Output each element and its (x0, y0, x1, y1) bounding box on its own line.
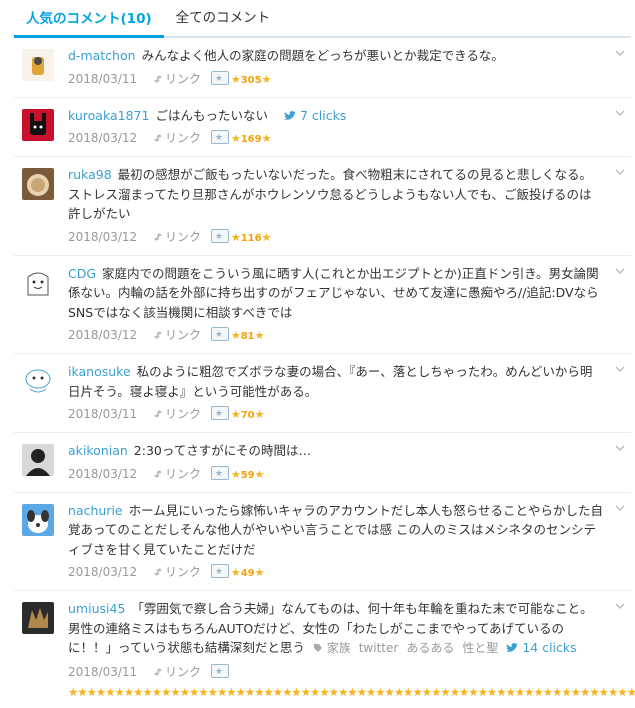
tag[interactable]: 家族 (327, 641, 351, 655)
link-icon (154, 410, 162, 418)
comment-date[interactable]: 2018/03/12 (68, 565, 137, 579)
add-star-button[interactable] (210, 562, 229, 582)
twitter-icon (506, 643, 519, 652)
link-icon (154, 134, 162, 142)
chevron-down-icon[interactable] (615, 364, 625, 374)
avatar[interactable] (22, 503, 54, 536)
star-count[interactable]: ★305★ (231, 73, 272, 86)
add-star-button[interactable] (210, 325, 229, 345)
comment-item: ruka98 最初の感想がご飯もったいないだった。食べ物粗末にされてるの見ると悲し… (14, 157, 631, 256)
comment-item: kuroaka1871 ごはんもったいない 7 clicks 2018/03/12… (14, 98, 631, 157)
tag-list: 家族 twitter あるある 性と聖 (313, 641, 506, 655)
avatar[interactable] (22, 168, 54, 200)
comment-item: d-matchon みんなよく他人の家庭の問題をどっちが悪いとか裁定できるな。 2… (14, 38, 631, 98)
comment-item: umiusi45 「雰囲気で察し合う夫婦」なんてものは、何十年も年輪を重ねた末で可… (14, 591, 635, 708)
link-icon (154, 568, 162, 576)
avatar[interactable] (22, 444, 54, 476)
chevron-down-icon[interactable] (615, 108, 625, 118)
avatar[interactable] (22, 266, 54, 299)
comment-link[interactable]: リンク (153, 665, 201, 679)
link-icon (154, 667, 162, 676)
link-icon (154, 74, 162, 83)
comment-text: ごはんもったいない (155, 107, 268, 123)
comment-link[interactable]: リンク (153, 467, 201, 481)
star-count[interactable]: ★169★ (231, 132, 272, 145)
twitter-clicks[interactable]: 7 clicks (283, 108, 346, 123)
avatar[interactable] (22, 49, 54, 81)
tag[interactable]: あるある (406, 641, 454, 655)
tag-icon (313, 644, 322, 652)
tag[interactable]: twitter (359, 641, 399, 655)
comment-text: みんなよく他人の家庭の問題をどっちが悪いとか裁定できるな。 (141, 48, 504, 63)
comment-username[interactable]: nachurie (68, 503, 123, 518)
comment-date[interactable]: 2018/03/11 (68, 72, 137, 86)
comment-username[interactable]: ruka98 (68, 167, 112, 182)
comment-date[interactable]: 2018/03/12 (68, 230, 137, 244)
add-star-button[interactable] (210, 69, 229, 89)
star-count[interactable]: ★81★ (231, 329, 265, 342)
chevron-down-icon[interactable] (615, 48, 625, 58)
comment-link[interactable]: リンク (153, 565, 201, 579)
comment-date[interactable]: 2018/03/11 (68, 665, 137, 679)
chevron-down-icon[interactable] (615, 601, 625, 611)
comment-text: 2:30ってさすがにその時間は… (133, 443, 311, 458)
link-icon (154, 331, 162, 339)
comment-link[interactable]: リンク (153, 72, 201, 86)
comment-username[interactable]: umiusi45 (68, 601, 125, 616)
avatar[interactable] (22, 108, 54, 141)
twitter-clicks[interactable]: 14 clicks (506, 640, 577, 655)
comment-link[interactable]: リンク (153, 407, 201, 421)
chevron-down-icon[interactable] (615, 266, 625, 276)
comment-tabs: 人気のコメント(10) 全てのコメント (14, 0, 631, 38)
link-icon (154, 232, 162, 241)
chevron-down-icon[interactable] (615, 443, 625, 453)
star-count[interactable]: ★49★ (231, 566, 265, 579)
comment-date[interactable]: 2018/03/12 (68, 467, 137, 481)
comment-username[interactable]: ikanosuke (68, 364, 131, 379)
comment-text: ホーム見にいったら嫁怖いキャラのアカウントだし本人も怒らせることやらかした自覚あ… (68, 502, 603, 557)
tag[interactable]: 性と聖 (462, 641, 498, 655)
comment-link[interactable]: リンク (153, 131, 201, 145)
comment-item: akikonian 2:30ってさすがにその時間は… 2018/03/12 リンク… (14, 433, 631, 493)
comment-item: nachurie ホーム見にいったら嫁怖いキャラのアカウントだし本人も怒らせること… (14, 493, 631, 591)
avatar[interactable] (22, 365, 54, 397)
star-count[interactable]: ★116★ (231, 231, 272, 244)
comment-item: CDG 家庭内での問題をこういう風に晒す人(これとか出エジプトとか)正直ドン引き。… (14, 256, 631, 354)
comment-link[interactable]: リンク (153, 328, 201, 342)
comment-username[interactable]: d-matchon (68, 48, 136, 63)
chevron-down-icon[interactable] (615, 167, 625, 177)
star-count[interactable]: ★59★ (231, 468, 265, 481)
add-star-button[interactable] (210, 227, 229, 247)
add-star-button[interactable] (210, 404, 229, 424)
comment-date[interactable]: 2018/03/11 (68, 407, 137, 421)
avatar[interactable] (22, 602, 54, 634)
comment-username[interactable]: CDG (68, 266, 96, 281)
twitter-icon (283, 110, 296, 120)
add-star-button[interactable] (210, 662, 229, 682)
comment-text: 家庭内での問題をこういう風に晒す人(これとか出エジプトとか)正直ドン引き。男女論… (68, 265, 599, 320)
star-count[interactable]: ★70★ (231, 408, 265, 421)
comment-text: 私のように粗忽でズボラな妻の場合、『あー、落としちゃったわ。めんどいから明日片そ… (68, 364, 593, 399)
comment-list: d-matchon みんなよく他人の家庭の問題をどっちが悪いとか裁定できるな。 2… (14, 38, 635, 708)
add-star-button[interactable] (210, 128, 229, 148)
add-star-button[interactable] (210, 464, 229, 484)
comment-text: 最初の感想がご飯もったいないだった。食べ物粗末にされてるの見ると悲しくなる。スト… (68, 167, 593, 221)
tab-all-comments[interactable]: 全てのコメント (164, 6, 283, 36)
comment-date[interactable]: 2018/03/12 (68, 131, 137, 145)
star-list[interactable]: ★★★★★★★★★★★★★★★★★★★★★★★★★★★★★★★★★★★★★★★★… (68, 685, 635, 699)
link-icon (154, 469, 162, 478)
tab-popular-comments[interactable]: 人気のコメント(10) (14, 7, 164, 38)
comment-item: ikanosuke 私のように粗忽でズボラな妻の場合、『あー、落としちゃったわ。め… (14, 354, 631, 433)
comment-link[interactable]: リンク (153, 230, 201, 244)
comment-username[interactable]: akikonian (68, 443, 128, 458)
comment-date[interactable]: 2018/03/12 (68, 328, 137, 342)
comment-username[interactable]: kuroaka1871 (68, 108, 149, 123)
chevron-down-icon[interactable] (615, 503, 625, 513)
